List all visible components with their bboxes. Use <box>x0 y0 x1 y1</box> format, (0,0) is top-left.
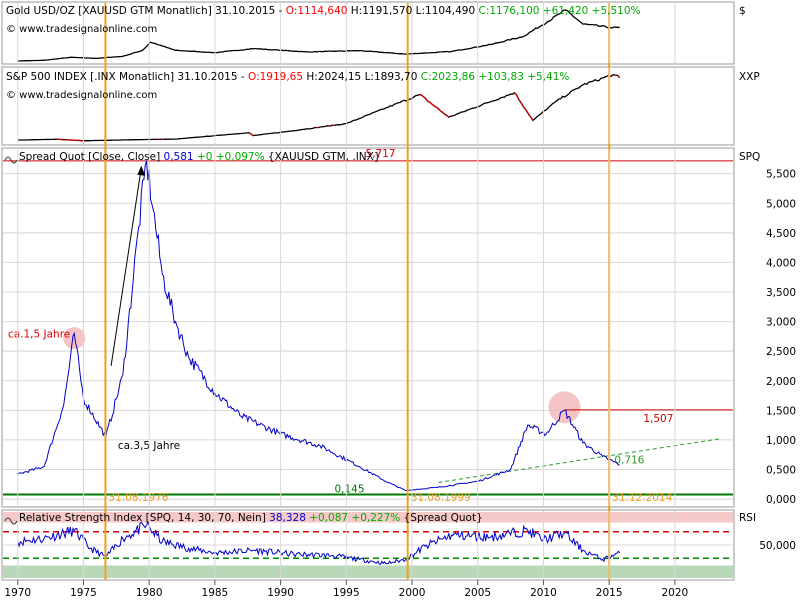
sp500-down-segment <box>248 132 252 135</box>
x-tick-label: 2005 <box>464 587 491 599</box>
rsi-header: Relative Strength Index [SPQ, 14, 30, 70… <box>19 512 483 524</box>
x-tick-label: 2015 <box>596 587 623 599</box>
financial-chart: 0,000 0,500 1,000 1,500 2,000 2,500 3,000 3,500… <box>1 1 796 599</box>
spread-y-tick-label: 2,500 <box>766 346 796 358</box>
x-tick-label: 1990 <box>267 587 294 599</box>
sp500-down-segment <box>425 98 429 102</box>
sp500-down-segment <box>522 105 526 109</box>
sp500-down-segment <box>423 96 427 100</box>
spread-y-tick-label: 5,000 <box>766 198 796 210</box>
spread-y-tick-label: 4,500 <box>766 228 796 240</box>
x-tick-label: 1995 <box>333 587 360 599</box>
sp500-down-segment <box>518 98 522 103</box>
sp500-down-segment <box>520 101 524 106</box>
spread-y-tick-label: 0,000 <box>766 494 796 506</box>
x-tick-label: 2000 <box>399 587 426 599</box>
spread-series-layer: 0,000 0,500 1,000 1,500 2,000 2,500 3,000 3,500… <box>3 148 796 506</box>
trend-line <box>438 438 721 483</box>
x-tick-label: 1975 <box>70 587 97 599</box>
spread-y-tick-label: 1,000 <box>766 435 796 447</box>
sp500-down-segment <box>442 112 446 115</box>
spread-indicator-icon <box>4 156 18 164</box>
spread-y-tick-label: 1,500 <box>766 405 796 417</box>
spread-y-tick-label: 0,500 <box>766 465 796 477</box>
sp500-down-segment <box>436 107 440 111</box>
spread-y-tick-label: 3,000 <box>766 317 796 329</box>
x-tick-label: 1980 <box>136 587 163 599</box>
sp500-series-layer <box>17 73 621 142</box>
sp500-axis-label: XXP <box>739 71 760 83</box>
sp500-down-segment <box>444 113 448 117</box>
spread-header: Spread Quot [Close, Close] 0,581 +0 +0,0… <box>19 151 381 163</box>
x-tick-label: 1970 <box>4 587 31 599</box>
spread-y-tick-label: 3,500 <box>766 287 796 299</box>
sp500-down-segment <box>429 101 432 105</box>
date-marker-label: 31.08.1976 <box>108 492 168 504</box>
peak-highlight-2011 <box>548 391 581 424</box>
date-marker-label: 31.08.1999 <box>411 492 471 504</box>
sp500-down-segment <box>431 103 434 106</box>
spread-axis-label: SPQ <box>739 151 760 163</box>
sp500-down-segment <box>438 109 442 112</box>
x-tick-label: 2020 <box>661 587 688 599</box>
sp500-down-segment <box>446 114 450 118</box>
spread-series-line <box>17 160 620 491</box>
sp500-down-segment <box>617 74 621 79</box>
level-label-min: 0,145 <box>334 484 364 496</box>
date-marker-label: 31.12.2014 <box>612 492 672 504</box>
spread-y-tick-label: 4,000 <box>766 257 796 269</box>
spread-y-tick-label: 5,500 <box>766 169 796 181</box>
sp500-header: S&P 500 INDEX [.INX Monatlich] 31.10.201… <box>6 71 569 83</box>
annotation-arrow-head <box>137 165 146 176</box>
rsi-axis-label: RSI <box>739 512 756 524</box>
sp500-source: © www.tradesignalonline.com <box>6 90 157 101</box>
x-tick-label: 2010 <box>530 587 557 599</box>
sp500-index-line <box>17 73 621 142</box>
rsi-oversold-band <box>3 565 733 578</box>
rsi-y-tick-label: 50,000 <box>759 540 796 552</box>
sp500-down-segment <box>419 93 423 97</box>
annotation-arrow-line <box>110 167 142 367</box>
gold-axis-label: $ <box>739 5 746 17</box>
gold-price-line <box>17 9 620 62</box>
sp500-down-segment <box>515 94 520 100</box>
sp500-down-segment <box>427 100 430 103</box>
sp500-down-segment <box>440 110 444 114</box>
gold-source: © www.tradesignalonline.com <box>6 24 157 35</box>
sp500-down-segment <box>433 104 436 108</box>
sp500-down-segment <box>250 133 254 137</box>
x-tick-label: 1985 <box>202 587 229 599</box>
level-label-2011: 1,507 <box>643 413 673 425</box>
spread-y-tick-label: 2,000 <box>766 376 796 388</box>
sp500-down-segment <box>524 108 528 112</box>
sp500-down-segment <box>530 116 534 121</box>
sp500-down-segment <box>526 110 530 115</box>
sp500-down-segment <box>528 114 532 118</box>
spread-panel <box>1 147 735 508</box>
gold-header: Gold USD/OZ [XAUUSD GTM Monatlich] 31.10… <box>6 5 641 17</box>
sp500-down-segment <box>421 94 425 98</box>
gold-series-layer <box>17 9 620 62</box>
sp500-down-segment <box>434 106 438 109</box>
sp500-down-segment <box>514 92 518 96</box>
